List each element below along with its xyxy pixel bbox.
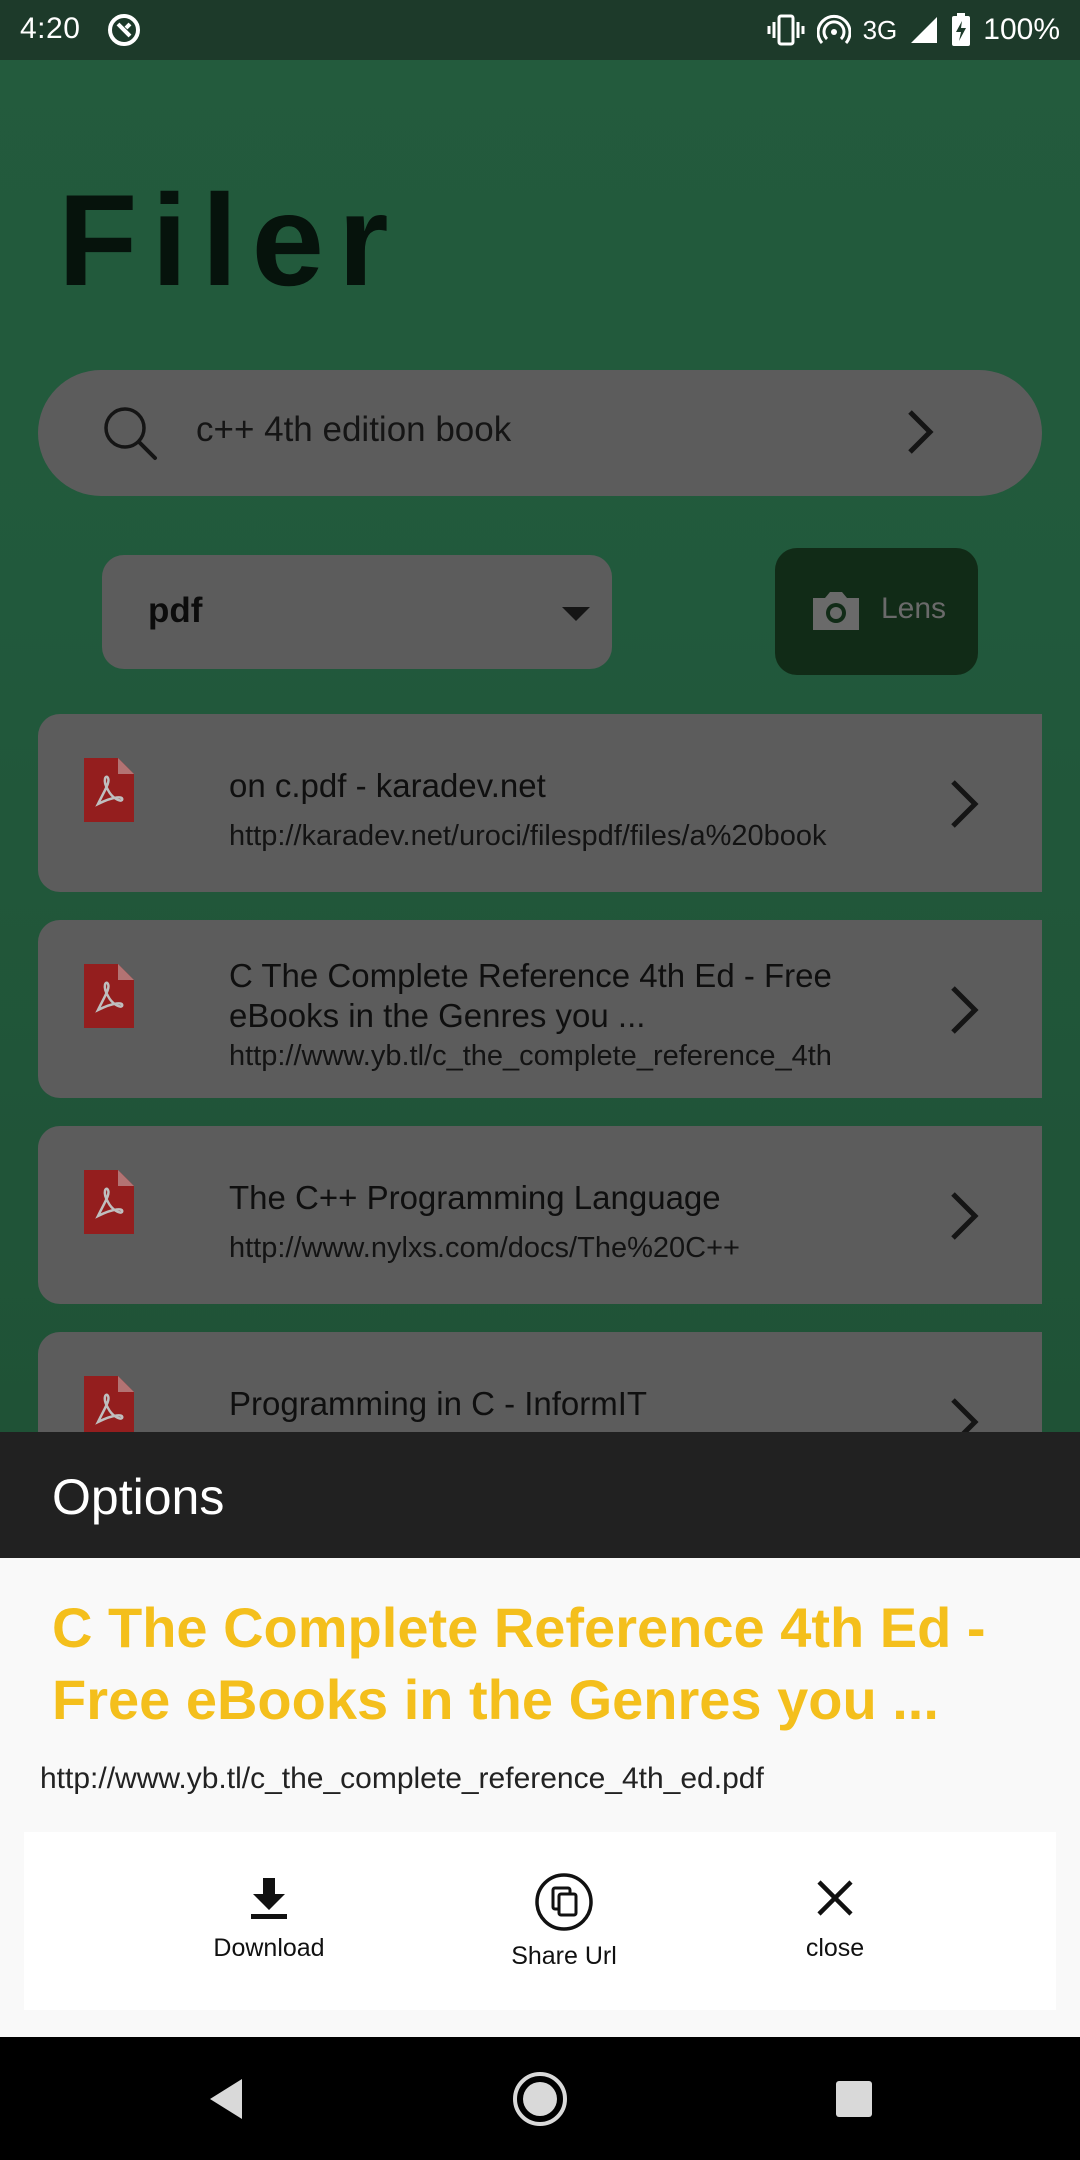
network-type: 3G <box>862 14 898 45</box>
close-label: close <box>805 1934 865 1962</box>
pdf-file-icon <box>84 964 134 1028</box>
camera-icon <box>813 592 859 630</box>
lens-button[interactable]: Lens <box>775 548 978 675</box>
download-button[interactable]: Download <box>179 1872 359 1963</box>
app-title: Filer <box>58 167 403 313</box>
copy-icon <box>535 1873 593 1931</box>
sheet-header: Options <box>0 1432 1080 1558</box>
filetype-selected: pdf <box>148 591 203 630</box>
system-nav-bar <box>0 2037 1080 2160</box>
status-time: 4:20 <box>20 12 81 45</box>
selected-file-url: http://www.yb.tl/c_the_complete_referenc… <box>40 1762 764 1795</box>
result-title: The C++ Programming Language <box>229 1179 721 1216</box>
search-icon <box>104 407 157 460</box>
signal-icon <box>911 17 938 43</box>
options-bottom-sheet: Options C The Complete Reference 4th Ed … <box>0 1432 1080 2037</box>
filetype-dropdown[interactable]: pdf <box>102 555 612 669</box>
close-button[interactable]: close <box>745 1872 925 1963</box>
dropdown-arrow-icon <box>562 607 590 621</box>
pdf-file-icon <box>84 1376 134 1432</box>
battery-charging-icon <box>952 13 971 46</box>
hotspot-icon <box>816 14 851 44</box>
download-label: Download <box>213 1934 325 1962</box>
result-title: Programming in C - InformIT <box>229 1385 648 1422</box>
list-item[interactable]: on c.pdf - karadev.net http://karadev.ne… <box>38 714 1042 892</box>
pdf-file-icon <box>84 1170 134 1234</box>
app-main: Filer c++ 4th edition book pdf Lens on c… <box>0 60 1080 1432</box>
chevron-right-icon <box>951 986 979 1034</box>
app-notification-icon <box>108 14 140 46</box>
result-title: on c.pdf - karadev.net <box>229 767 546 804</box>
sheet-header-title: Options <box>52 1469 225 1525</box>
sheet-actions: Download Share Url close <box>24 1832 1056 2010</box>
result-url: http://karadev.net/uroci/filespdf/files/… <box>229 820 827 852</box>
battery-percent: 100% <box>983 13 1060 46</box>
result-url: http://www.yb.tl/c_the_complete_referenc… <box>229 1040 832 1072</box>
home-icon[interactable] <box>510 2069 570 2129</box>
result-title: C The Complete Reference 4th Ed - Free e… <box>229 957 832 1034</box>
search-bar[interactable]: c++ 4th edition book <box>38 370 1042 496</box>
pdf-file-icon <box>84 758 134 822</box>
status-bar: 4:20 3G 100% <box>0 0 1080 60</box>
close-icon <box>817 1880 853 1916</box>
search-submit-chevron-icon[interactable] <box>892 404 948 460</box>
search-input[interactable]: c++ 4th edition book <box>196 410 511 450</box>
download-icon <box>251 1878 287 1919</box>
lens-label: Lens <box>881 592 947 625</box>
chevron-right-icon <box>951 1398 979 1432</box>
status-right: 3G 100% <box>767 12 1060 48</box>
chevron-right-icon <box>951 780 979 828</box>
share-url-button[interactable]: Share Url <box>474 1872 654 1971</box>
result-url: http://www.nylxs.com/docs/The%20C++ <box>229 1232 740 1264</box>
back-icon[interactable] <box>196 2069 256 2129</box>
vibrate-icon <box>767 14 805 46</box>
share-url-label: Share Url <box>511 1942 617 1970</box>
recents-icon[interactable] <box>824 2069 884 2129</box>
list-item[interactable]: Programming in C - InformIT <box>38 1332 1042 1432</box>
chevron-right-icon <box>951 1192 979 1240</box>
results-list: on c.pdf - karadev.net http://karadev.ne… <box>38 714 1042 1432</box>
list-item[interactable]: C The Complete Reference 4th Ed - Free e… <box>38 920 1042 1098</box>
selected-file-title: C The Complete Reference 4th Ed - Free e… <box>52 1596 986 1731</box>
list-item[interactable]: The C++ Programming Language http://www.… <box>38 1126 1042 1304</box>
